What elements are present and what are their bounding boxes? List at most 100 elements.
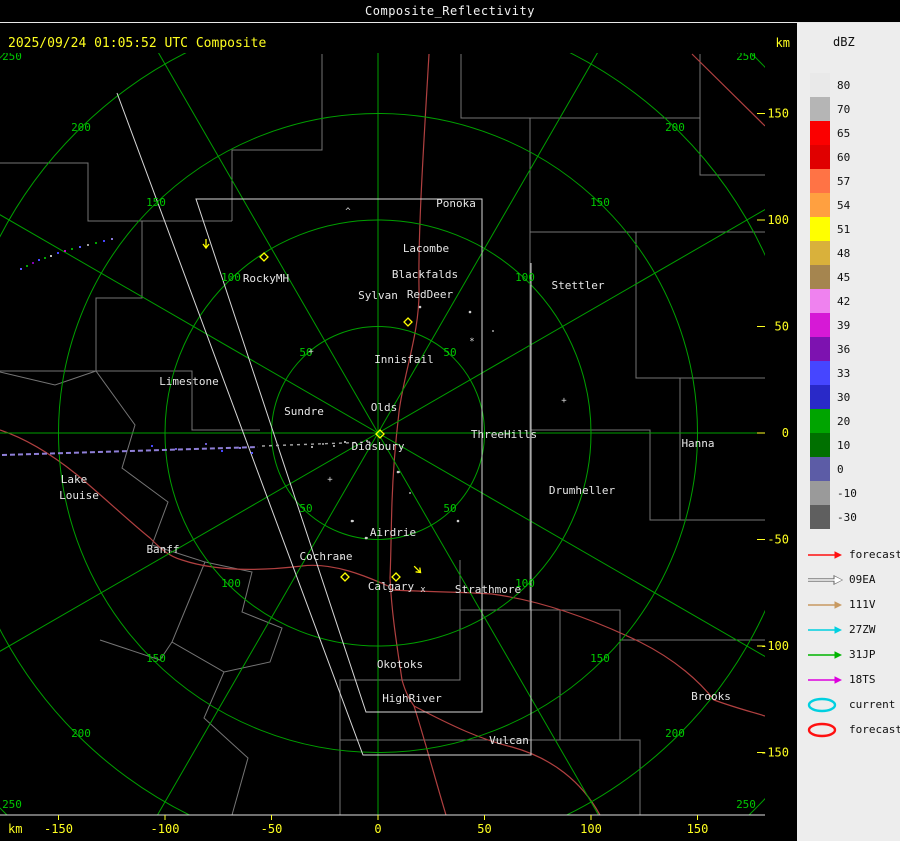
station-marker: + — [308, 347, 314, 357]
timestamp: 2025/09/24 01:05:52 UTC Composite — [8, 36, 266, 51]
dbz-color-swatch — [810, 97, 830, 121]
dbz-color-swatch — [810, 217, 830, 241]
city-label: Airdrie — [370, 526, 416, 539]
track-arrow-icon — [808, 600, 842, 609]
city-label: Hanna — [681, 437, 714, 450]
legend-label: 18TS — [849, 673, 876, 686]
legend-label: 27ZW — [849, 623, 876, 636]
dbz-value-label: 36 — [837, 342, 851, 356]
dbz-color-swatch — [810, 241, 830, 265]
legend-label: forecast — [849, 548, 900, 561]
dbz-color-swatch — [810, 193, 830, 217]
dbz-color-swatch — [810, 73, 830, 97]
echo-pixel — [251, 452, 253, 454]
radar-site-diamond — [340, 572, 350, 582]
station-dot — [364, 536, 368, 540]
echo-pixel — [87, 244, 89, 246]
x-axis-label: -150 — [44, 822, 73, 836]
city-label: RedDeer — [407, 288, 454, 301]
city-label: Brooks — [691, 690, 731, 703]
highway-23 — [413, 705, 601, 815]
dbz-scale-row: -30 — [810, 505, 857, 529]
echo-pixel — [71, 248, 73, 250]
dbz-color-swatch — [810, 169, 830, 193]
radar-site-diamond — [259, 252, 269, 262]
city-label: Drumheller — [549, 484, 616, 497]
dbz-scale-row: 20 — [810, 409, 857, 433]
echo-pixel — [64, 250, 66, 252]
dbz-color-swatch — [810, 361, 830, 385]
range-label: 100 — [221, 271, 241, 284]
city-label: Cochrane — [300, 550, 353, 563]
range-label: 150 — [146, 196, 166, 209]
track-arrow-icon — [808, 550, 842, 559]
echo-pixel — [221, 450, 223, 452]
city-label: Vulcan — [489, 734, 529, 747]
dbz-scale-row: 10 — [810, 433, 857, 457]
dbz-scale: 80 70 65 60 57 54 51 48 45 42 39 36 33 30 20 10 0 -10 -30 — [810, 73, 857, 529]
track-legend: forecast 09EA 111V 27ZW 31JP 18TS current forec… — [805, 542, 900, 742]
echo-pixel — [26, 265, 28, 267]
range-label: 200 — [665, 727, 685, 740]
city-label: Innisfail — [374, 353, 434, 366]
echo-pixel — [103, 240, 105, 242]
y-axis-label: -150 — [760, 746, 789, 760]
dbz-scale-row: 70 — [810, 97, 857, 121]
dbz-unit-label: dBZ — [833, 35, 855, 49]
legend-item: current — [805, 692, 900, 717]
echo-pixel — [175, 448, 177, 450]
city-label: ThreeHills — [471, 428, 537, 441]
city-label: Strathmore — [455, 583, 521, 596]
range-label: 150 — [590, 652, 610, 665]
echo-pixel — [322, 443, 324, 445]
range-label: 250 — [736, 50, 756, 63]
legend-item: 09EA — [805, 567, 900, 592]
y-axis-label: -100 — [760, 639, 789, 653]
title-bar: Composite_Reflectivity — [0, 0, 900, 23]
station-marker: * — [469, 337, 474, 347]
echo-pixel — [311, 446, 313, 448]
storm-motion-arrow — [202, 239, 210, 250]
legend-item: 31JP — [805, 642, 900, 667]
dbz-scale-row: 36 — [810, 337, 857, 361]
station-dot — [468, 310, 472, 314]
clutter-echo-band — [1, 446, 259, 456]
range-label: 50 — [443, 502, 456, 515]
storm-ellipse-icon — [807, 722, 837, 737]
echo-pixel — [50, 255, 52, 257]
range-label: 250 — [736, 798, 756, 811]
echo-pixel — [95, 242, 97, 244]
legend-item: 18TS — [805, 667, 900, 692]
y-axis-label: -50 — [767, 533, 789, 547]
y-axis-label: 0 — [782, 426, 789, 440]
x-axis-unit: km — [8, 822, 22, 836]
dbz-scale-row: 45 — [810, 265, 857, 289]
storm-motion-arrow — [413, 565, 422, 574]
dbz-scale-row: 30 — [810, 385, 857, 409]
radar-map: 2025/09/24 01:05:52 UTC Composite km 50 … — [0, 36, 790, 836]
y-axis-label: 50 — [775, 320, 789, 334]
echo-pixel — [344, 441, 346, 443]
dbz-scale-row: 51 — [810, 217, 857, 241]
y-axis-label: 150 — [767, 107, 789, 121]
dbz-color-swatch — [810, 145, 830, 169]
range-label: 100 — [221, 577, 241, 590]
station-marker: + — [327, 475, 333, 485]
dbz-value-label: 51 — [837, 222, 851, 236]
legend-label: 111V — [849, 598, 876, 611]
dbz-value-label: 30 — [837, 390, 851, 404]
radar-viewer: Composite_Reflectivity 2025/09/24 01:05:… — [0, 0, 900, 841]
dbz-value-label: 45 — [837, 270, 851, 284]
dbz-scale-row: 33 — [810, 361, 857, 385]
track-arrow-icon — [808, 675, 842, 684]
range-label: 200 — [665, 121, 685, 134]
range-label: 50 — [299, 502, 312, 515]
echo-pixel — [32, 262, 34, 264]
dbz-color-swatch — [810, 481, 830, 505]
dbz-scale-row: 42 — [810, 289, 857, 313]
x-axis-label: -100 — [151, 822, 180, 836]
dbz-value-label: 48 — [837, 246, 851, 260]
legend-label: 09EA — [849, 573, 876, 586]
echo-pixel — [492, 330, 494, 332]
track-arrow-icon — [808, 650, 842, 659]
